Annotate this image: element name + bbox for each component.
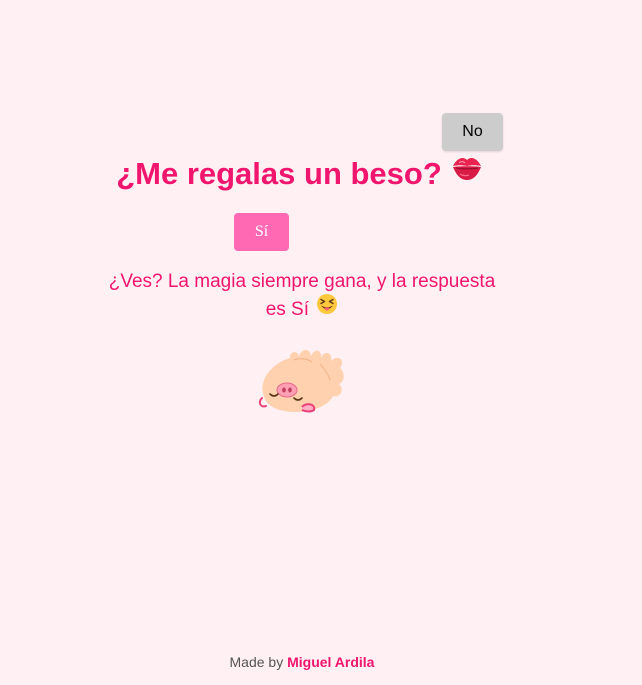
- sleeping-pig-icon: [254, 344, 350, 416]
- no-button[interactable]: No: [442, 113, 503, 151]
- question-heading: ¿Me regalas un beso?: [0, 152, 600, 198]
- kiss-mark-icon: [450, 151, 484, 195]
- result-message-text: ¿Ves? La magia siempre gana, y la respue…: [108, 271, 496, 321]
- squinting-tongue-face-icon: [316, 293, 338, 323]
- footer-prefix: Made by: [229, 654, 284, 670]
- author-link[interactable]: Miguel Ardila: [287, 654, 374, 670]
- result-message: ¿Ves? La magia siempre gana, y la respue…: [102, 269, 502, 325]
- yes-button[interactable]: Sí: [234, 213, 289, 251]
- footer: Made by Miguel Ardila: [0, 654, 604, 670]
- question-text: ¿Me regalas un beso?: [116, 156, 442, 191]
